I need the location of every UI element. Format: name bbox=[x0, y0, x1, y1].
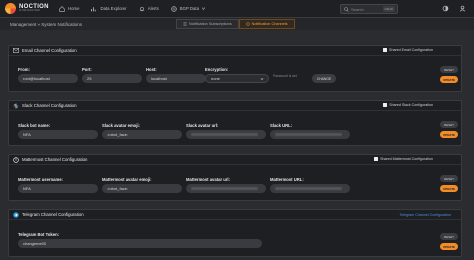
slack-avatar-emoji-field[interactable]: :robot_face: bbox=[102, 130, 182, 139]
telegram-panel-title: Telegram Channel Configuration bbox=[22, 212, 84, 217]
mattermost-username-field[interactable]: NFA bbox=[18, 184, 98, 193]
tab-notification-channels[interactable]: Notification Channels bbox=[238, 19, 295, 29]
telegram-reset-button[interactable]: RESET bbox=[440, 233, 458, 240]
email-panel-title: Email Channel Configuration bbox=[22, 48, 77, 53]
search-icon bbox=[344, 6, 349, 12]
slack-bot-name-field[interactable]: NFA bbox=[18, 130, 98, 139]
password-status: Password is set bbox=[273, 74, 297, 78]
shared-email-toggle[interactable]: Shared Email Configuration bbox=[383, 48, 433, 52]
main-nav: Home Data Explorer Alerts BGP Data bbox=[59, 5, 221, 12]
change-password-button[interactable]: CHANGE bbox=[312, 74, 336, 83]
email-update-button[interactable]: UPDATE bbox=[440, 76, 458, 83]
mattermost-avatar-url-field[interactable] bbox=[186, 184, 266, 193]
telegram-icon bbox=[13, 211, 19, 218]
from-field[interactable]: root@localhost bbox=[18, 74, 78, 83]
encryption-label: Encryption: bbox=[205, 67, 229, 72]
nav-alerts[interactable]: Alerts bbox=[139, 6, 159, 12]
chevron-down-icon bbox=[201, 7, 206, 10]
shared-slack-checkbox[interactable] bbox=[383, 103, 388, 107]
search-shortcut: Ctrl+K bbox=[382, 6, 395, 12]
mattermost-url-field[interactable] bbox=[270, 184, 350, 193]
nav-bgp-data[interactable]: BGP Data bbox=[171, 5, 209, 12]
breadcrumb: Management » System Notifications bbox=[10, 21, 83, 27]
email-reset-button[interactable]: RESET bbox=[440, 66, 458, 73]
slack-channel-panel: Slack Channel Configuration Shared Slack… bbox=[8, 100, 462, 146]
from-label: From: bbox=[18, 67, 30, 72]
mattermost-url-label: Mattermost URL: bbox=[270, 177, 304, 182]
mattermost-username-label: Mattermost username: bbox=[18, 177, 63, 182]
search-input[interactable]: Search Ctrl+K bbox=[340, 4, 398, 14]
brand-logo[interactable]: NOCTION FLOW ANALYZER bbox=[5, 3, 53, 14]
slack-avatar-url-label: Slack avatar url: bbox=[186, 123, 219, 128]
mattermost-update-button[interactable]: UPDATE bbox=[440, 185, 458, 192]
shared-mattermost-checkbox[interactable] bbox=[374, 157, 379, 161]
email-channel-panel: Email Channel Configuration Shared Email… bbox=[8, 45, 462, 92]
shared-email-checkbox[interactable] bbox=[383, 48, 388, 52]
brand-tagline: FLOW ANALYZER bbox=[19, 9, 40, 13]
chart-icon bbox=[91, 6, 97, 11]
top-icons bbox=[442, 5, 466, 12]
shared-mattermost-toggle[interactable]: Shared Mattermost Configuration bbox=[374, 157, 433, 161]
nav-bgp-data-label: BGP Data bbox=[179, 6, 200, 11]
port-label: Port: bbox=[82, 67, 92, 72]
slack-avatar-emoji-label: Slack avatar emoji: bbox=[102, 123, 140, 128]
channel-icon bbox=[246, 22, 250, 26]
telegram-bot-token-field[interactable]: changeme00 bbox=[18, 239, 262, 248]
home-icon bbox=[59, 5, 65, 12]
slack-bot-name-label: Slack bot name: bbox=[18, 123, 51, 128]
slack-icon bbox=[13, 103, 19, 108]
email-icon bbox=[13, 48, 19, 53]
mattermost-channel-panel: Mattermost Channel Configuration Shared … bbox=[8, 154, 462, 201]
slack-reset-button[interactable]: RESET bbox=[440, 121, 458, 128]
telegram-config-link[interactable]: Telegram Channel Configuration bbox=[399, 213, 451, 217]
nav-home-label: Home bbox=[68, 6, 80, 11]
shared-slack-toggle[interactable]: Shared Slack Configuration bbox=[383, 103, 433, 107]
chevron-down-icon bbox=[260, 77, 264, 80]
encryption-select[interactable]: none bbox=[205, 74, 269, 83]
slack-url-field[interactable] bbox=[270, 130, 350, 139]
host-label: Host: bbox=[146, 67, 157, 72]
search-placeholder: Search bbox=[351, 6, 364, 12]
host-field[interactable]: localhost bbox=[146, 74, 206, 83]
nav-home[interactable]: Home bbox=[59, 5, 80, 12]
mattermost-icon bbox=[13, 156, 19, 163]
tab-notification-subscriptions[interactable]: Notification Subscriptions bbox=[176, 19, 239, 29]
slack-update-button[interactable]: UPDATE bbox=[440, 131, 458, 138]
user-icon[interactable] bbox=[459, 5, 466, 12]
list-icon bbox=[183, 22, 187, 26]
slack-avatar-url-field[interactable] bbox=[186, 130, 266, 139]
mattermost-avatar-emoji-field[interactable]: :robot_face: bbox=[102, 184, 182, 193]
telegram-update-button[interactable]: UPDATE bbox=[440, 243, 458, 250]
telegram-bot-token-label: Telegram Bot Token: bbox=[18, 232, 60, 237]
nav-data-explorer[interactable]: Data Explorer bbox=[91, 6, 127, 12]
top-bar: NOCTION FLOW ANALYZER Home Data Explorer… bbox=[0, 0, 474, 18]
mattermost-panel-title: Mattermost Channel Configuration bbox=[22, 157, 88, 162]
logo-icon bbox=[5, 3, 16, 14]
nav-data-explorer-label: Data Explorer bbox=[100, 6, 127, 11]
telegram-channel-panel: Telegram Channel Configuration Telegram … bbox=[8, 209, 462, 257]
slack-url-label: Slack URL: bbox=[270, 123, 293, 128]
slack-panel-title: Slack Channel Configuration bbox=[22, 103, 77, 108]
nav-alerts-label: Alerts bbox=[147, 6, 159, 11]
mattermost-avatar-url-label: Mattermost avatar url: bbox=[186, 177, 230, 182]
theme-icon[interactable] bbox=[442, 5, 449, 12]
mattermost-avatar-emoji-label: Mattermost avatar emoji: bbox=[102, 177, 152, 182]
port-field[interactable]: 25 bbox=[82, 74, 142, 83]
mattermost-reset-button[interactable]: RESET bbox=[440, 175, 458, 182]
globe-icon bbox=[171, 5, 177, 12]
channel-tabs: Notification Subscriptions Notification … bbox=[176, 19, 295, 29]
bell-icon bbox=[139, 6, 144, 11]
